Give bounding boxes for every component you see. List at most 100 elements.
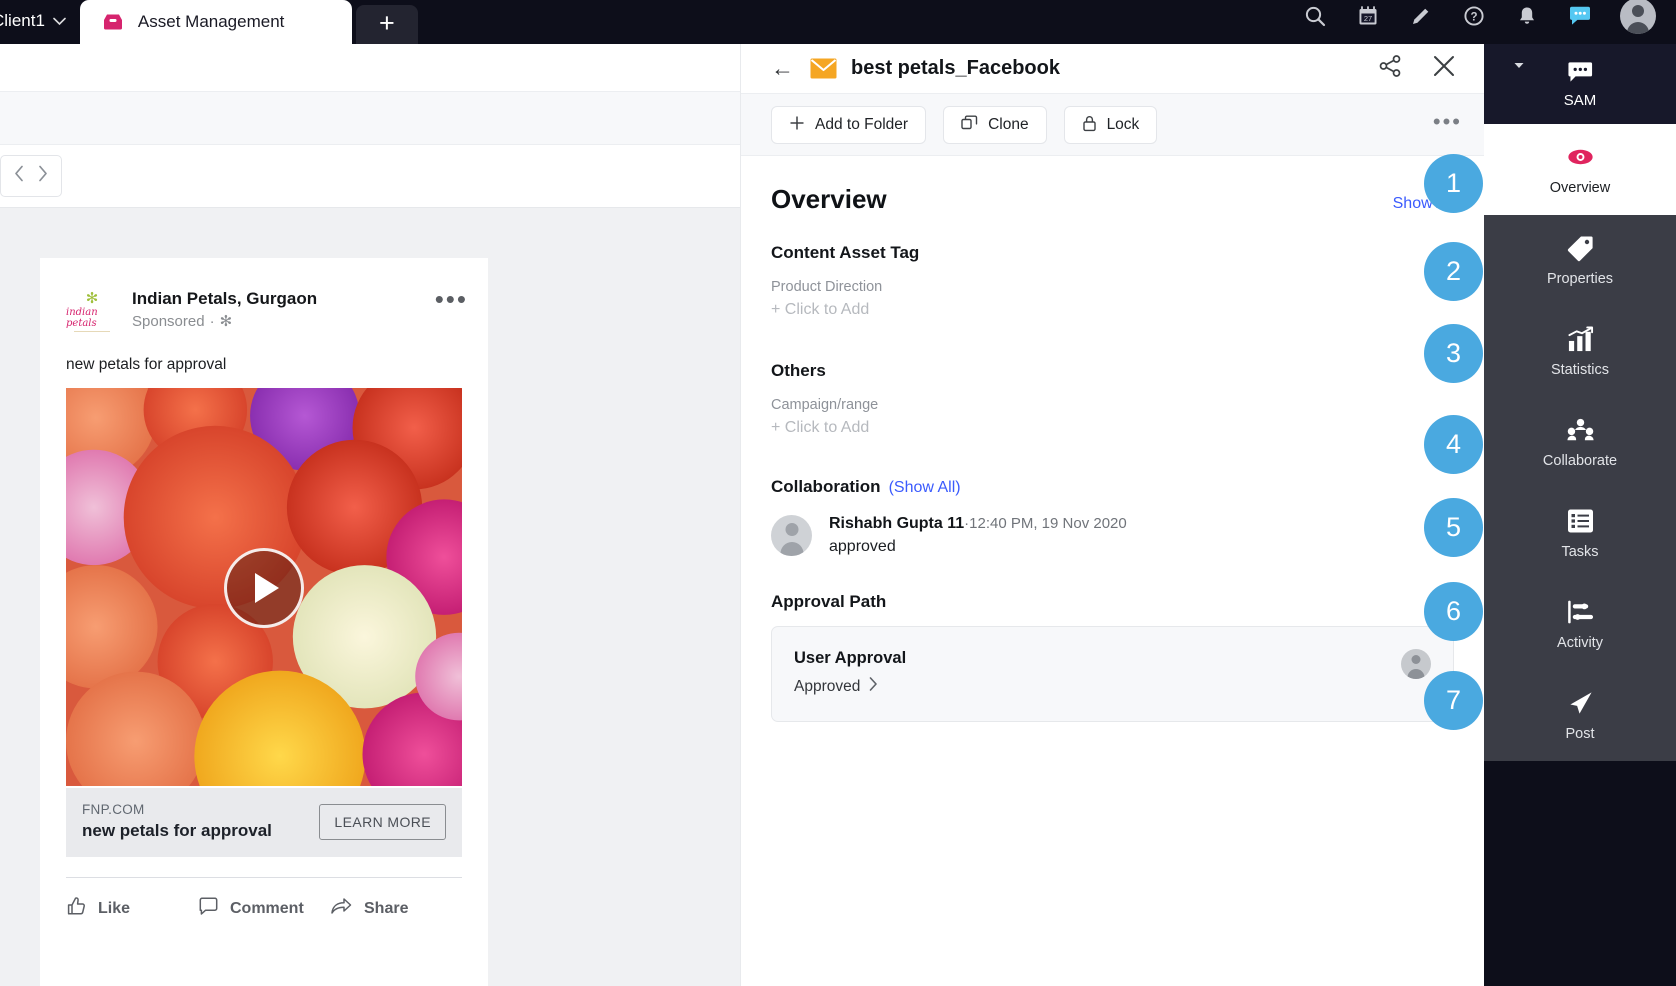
overview-title: Overview <box>771 184 887 214</box>
bar-chart-icon <box>1567 325 1594 353</box>
like-button[interactable]: Like <box>66 896 198 922</box>
approval-path-title: Approval Path <box>771 592 887 611</box>
clone-button[interactable]: Clone <box>943 105 1047 144</box>
rail-sam-header[interactable]: SAM <box>1484 44 1676 124</box>
collaboration-timestamp: 12:40 PM, 19 Nov 2020 <box>969 515 1127 532</box>
lock-icon <box>1082 115 1097 135</box>
share-icon[interactable] <box>1378 54 1402 83</box>
post-header-text: Indian Petals, Gurgaon Sponsored · ✻ <box>132 288 317 330</box>
others-title: Others <box>771 361 826 380</box>
logo-underline <box>74 330 110 332</box>
collaboration-item-meta: Rishabh Gupta 11·12:40 PM, 19 Nov 2020 <box>829 515 1127 533</box>
tab-asset-management[interactable]: Asset Management <box>79 0 352 44</box>
share-label: Share <box>364 900 409 917</box>
tag-icon <box>1567 235 1594 262</box>
rail-item-collaborate[interactable]: Collaborate <box>1484 397 1676 488</box>
list-icon <box>1567 508 1594 535</box>
step-badge-3: 3 <box>1424 324 1483 383</box>
like-label: Like <box>98 900 131 917</box>
badge-number: 1 <box>1445 168 1462 198</box>
chat-icon[interactable] <box>1567 3 1593 29</box>
approval-path-card[interactable]: User Approval Approved <box>771 626 1454 722</box>
panel-header-actions <box>1378 54 1456 83</box>
client-label: Client1 <box>0 11 45 30</box>
collaboration-title: Collaboration <box>771 477 881 496</box>
product-direction-add-button[interactable]: + Click to Add <box>771 301 1454 319</box>
post-meta: Sponsored · ✻ <box>132 312 317 331</box>
step-badge-1: 1 <box>1424 154 1483 213</box>
rail-item-properties[interactable]: Properties <box>1484 215 1676 306</box>
rail-item-statistics[interactable]: Statistics <box>1484 306 1676 397</box>
comment-button[interactable]: Comment <box>198 896 330 922</box>
rail-item-label: Tasks <box>1561 543 1599 560</box>
back-icon[interactable]: ← <box>771 57 794 80</box>
badge-number: 7 <box>1445 685 1462 715</box>
toolbar-more-icon[interactable]: ••• <box>1433 111 1462 133</box>
svg-text:?: ? <box>1470 11 1477 23</box>
left-app-background: ✻ indian petals Indian Petals, Gurgaon S… <box>0 44 740 986</box>
user-avatar[interactable] <box>1620 0 1656 34</box>
cta-domain: FNP.COM <box>82 802 145 817</box>
rail-item-activity[interactable]: Activity <box>1484 579 1676 670</box>
bell-icon[interactable] <box>1514 3 1540 29</box>
play-button[interactable] <box>224 548 304 628</box>
page-name: Indian Petals, Gurgaon <box>132 289 318 308</box>
client-selector[interactable]: Client1 <box>0 11 80 44</box>
pager-prev-button[interactable] <box>14 165 25 187</box>
top-bar: Client1 Asset Management + <box>0 0 1676 44</box>
plus-icon: + <box>379 7 395 38</box>
collaboration-header: Collaboration (Show All) <box>771 477 1454 497</box>
svg-text:27: 27 <box>1364 14 1372 23</box>
calendar-icon[interactable]: 27 <box>1355 3 1381 29</box>
pencil-icon[interactable] <box>1408 3 1434 29</box>
app-root: Client1 Asset Management + <box>0 0 1676 986</box>
post-body-text: new petals for approval <box>66 356 227 373</box>
add-to-folder-button[interactable]: Add to Folder <box>771 105 927 144</box>
post-media[interactable] <box>66 388 462 788</box>
post-cta: FNP.COM new petals for approval LEARN MO… <box>66 788 462 857</box>
rail-item-label: Statistics <box>1550 361 1609 378</box>
rail-item-overview[interactable]: Overview <box>1484 124 1676 215</box>
new-tab-button[interactable]: + <box>355 5 418 44</box>
inbox-icon <box>102 13 124 31</box>
rail-item-post[interactable]: Post <box>1484 670 1676 761</box>
share-arrow-icon <box>330 896 353 922</box>
close-icon[interactable] <box>1432 54 1456 83</box>
approval-step-status[interactable]: Approved <box>794 677 906 696</box>
pager-next-button[interactable] <box>37 165 48 187</box>
badge-number: 3 <box>1445 338 1462 368</box>
campaign-range-add-button[interactable]: + Click to Add <box>771 419 1454 437</box>
step-badge-7: 7 <box>1424 671 1483 730</box>
learn-more-button[interactable]: LEARN MORE <box>319 803 446 840</box>
badge-number: 4 <box>1445 429 1462 459</box>
rail-item-tasks[interactable]: Tasks <box>1484 488 1676 579</box>
left-filter-strip <box>0 145 740 207</box>
badge-number: 5 <box>1445 512 1462 542</box>
post-action-bar: Like Comment Share <box>66 877 462 922</box>
page-logo-text: indian petals <box>66 306 98 329</box>
collaboration-show-all-link[interactable]: (Show All) <box>889 479 961 497</box>
flower-icon: ✻ <box>85 289 99 307</box>
badge-number: 6 <box>1445 596 1462 626</box>
thumbs-up-icon <box>66 896 87 922</box>
panel-header: ← best petals_Facebook <box>741 44 1484 94</box>
lock-label: Lock <box>1106 115 1140 133</box>
step-badge-6: 6 <box>1424 582 1483 641</box>
post-more-icon[interactable]: ••• <box>435 286 468 311</box>
chat-icon <box>1567 60 1594 87</box>
chevron-down-icon <box>53 14 66 29</box>
sponsored-label: Sponsored <box>132 312 205 330</box>
overview-header: Overview Show All <box>771 184 1454 215</box>
rail-item-label: Activity <box>1557 634 1603 651</box>
approval-step-name: User Approval <box>794 649 907 667</box>
plus-icon <box>789 115 805 134</box>
lock-button[interactable]: Lock <box>1063 105 1158 144</box>
collaborator-name: Rishabh Gupta 11 <box>829 515 965 532</box>
search-icon[interactable] <box>1302 3 1328 29</box>
help-icon[interactable]: ? <box>1461 3 1487 29</box>
comment-label: Comment <box>230 900 304 917</box>
approver-avatar <box>1401 649 1431 679</box>
top-bar-actions: 27 ? <box>1302 0 1676 44</box>
share-button[interactable]: Share <box>330 896 462 922</box>
facebook-post-preview: ✻ indian petals Indian Petals, Gurgaon S… <box>40 258 488 986</box>
